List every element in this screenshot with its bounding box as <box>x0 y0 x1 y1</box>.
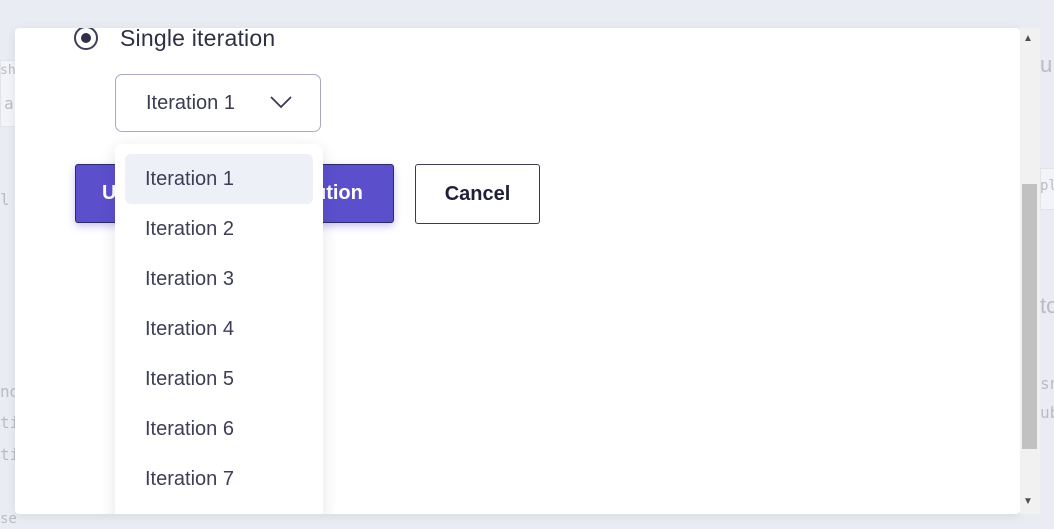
iteration-dropdown-menu: Iteration 1 Iteration 2 Iteration 3 Iter… <box>115 144 323 514</box>
bg-fragment: a <box>4 94 14 113</box>
dropdown-option[interactable]: Iteration 6 <box>125 404 313 454</box>
single-iteration-radio[interactable] <box>74 28 98 50</box>
iteration-select[interactable]: Iteration 1 <box>115 74 321 132</box>
dropdown-option[interactable]: Iteration 4 <box>125 304 313 354</box>
chevron-down-icon <box>270 96 292 109</box>
single-iteration-label: Single iteration <box>120 28 276 51</box>
dropdown-option[interactable]: Iteration 2 <box>125 204 313 254</box>
bg-fragment: u <box>1040 52 1053 77</box>
bg-fragment: ple <box>1040 178 1054 194</box>
dropdown-option[interactable]: Iteration 1 <box>125 154 313 204</box>
iteration-modal: Single iteration Iteration 1 U ution Can… <box>15 28 1020 514</box>
scroll-down-arrow-icon[interactable]: ▼ <box>1023 496 1033 507</box>
bg-fragment: sn <box>1040 374 1054 393</box>
iteration-select-value: Iteration 1 <box>146 92 235 114</box>
bg-fragment: se <box>0 511 17 527</box>
bg-fragment: ub <box>1040 403 1054 422</box>
modal-scrollbar-thumb[interactable] <box>1022 184 1037 449</box>
cancel-button[interactable]: Cancel <box>415 164 540 224</box>
dropdown-option[interactable]: Iteration 7 <box>125 454 313 504</box>
dropdown-option[interactable]: Iteration 5 <box>125 354 313 404</box>
dropdown-option[interactable]: Iteration 3 <box>125 254 313 304</box>
bg-fragment: to <box>1040 293 1054 318</box>
scroll-up-arrow-icon[interactable]: ▲ <box>1023 33 1033 44</box>
bg-fragment: sh <box>0 63 16 78</box>
